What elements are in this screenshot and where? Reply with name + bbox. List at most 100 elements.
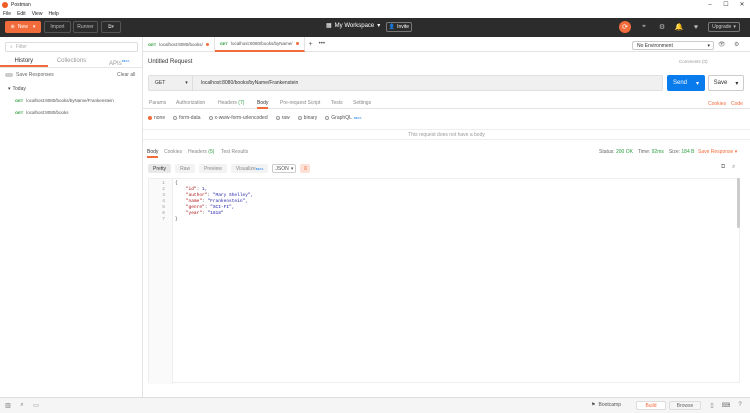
environment-selector[interactable]: No Environment ▾: [632, 41, 714, 50]
radio-icon: [148, 116, 152, 120]
history-group-today[interactable]: ▾ Today: [8, 86, 26, 92]
copy-icon[interactable]: ⧉: [721, 164, 725, 171]
bell-icon[interactable]: 🔔: [673, 21, 685, 33]
tab-history[interactable]: History: [0, 56, 48, 67]
tab-collections[interactable]: Collections: [48, 56, 96, 67]
tab-prerequest-script[interactable]: Pre-request Script: [280, 98, 320, 109]
menu-file[interactable]: File: [3, 11, 11, 17]
body-option-urlencoded[interactable]: x-www-form-urlencoded: [208, 115, 268, 121]
chevron-down-icon: ▾: [734, 149, 738, 155]
eye-icon[interactable]: 👁: [718, 41, 726, 48]
method-select[interactable]: GET ▾: [149, 75, 193, 91]
tab-headers[interactable]: Headers (7): [218, 98, 244, 109]
tab-response-headers[interactable]: Headers (5): [188, 147, 214, 158]
code-line: "id": 1,: [185, 187, 208, 192]
body-option-graphql[interactable]: GraphQL BETA: [325, 115, 362, 121]
satellite-icon[interactable]: ⌖: [638, 21, 650, 33]
browse-button[interactable]: Browse: [669, 401, 701, 410]
save-responses-toggle[interactable]: Save Responses: [5, 72, 54, 78]
chevron-down-icon[interactable]: ▾: [735, 80, 738, 87]
toggle-switch[interactable]: [5, 73, 13, 77]
send-button[interactable]: Send ▾: [667, 75, 705, 91]
line-number: 5: [162, 205, 165, 210]
beta-badge: BETA: [353, 116, 362, 120]
request-tab[interactable]: GET localhost:8080/books/: [143, 36, 215, 52]
sync-icon[interactable]: ⟳: [619, 21, 631, 33]
tab-response-cookies[interactable]: Cookies: [164, 147, 182, 158]
body-option-form-data[interactable]: form-data: [173, 115, 201, 121]
menu-help[interactable]: Help: [48, 11, 58, 17]
two-pane-icon[interactable]: ▯: [708, 401, 716, 409]
bootcamp-link[interactable]: ⚑ Bootcamp: [591, 402, 621, 408]
history-item[interactable]: GET localhost:8080/books/byName/Frankens…: [15, 98, 114, 103]
console-icon[interactable]: ▭: [32, 401, 40, 409]
help-icon[interactable]: ?: [736, 401, 744, 409]
workspace-selector[interactable]: ▦ My Workspace ▾: [326, 22, 381, 30]
body-option-raw[interactable]: raw: [275, 115, 290, 121]
chevron-down-icon: ▾: [290, 165, 294, 172]
request-name[interactable]: Untitled Request: [148, 59, 192, 65]
json-key: "id": [185, 187, 197, 192]
gear-icon[interactable]: ⚙: [656, 21, 668, 33]
more-icon[interactable]: •••: [317, 41, 327, 47]
response-editor[interactable]: 1 2 3 4 5 6 7 { "id": 1, "author": "Mary…: [148, 178, 740, 384]
response-meta: Status: 200 OK Time: 92ms Size: 184 B: [599, 149, 694, 155]
view-raw-button[interactable]: Raw: [175, 164, 196, 173]
minimize-icon[interactable]: –: [702, 0, 718, 10]
format-select[interactable]: JSON ▾: [272, 164, 297, 173]
tab-params[interactable]: Params: [149, 98, 166, 109]
sidebar-toggle-icon[interactable]: ▥: [4, 401, 12, 409]
chevron-down-icon[interactable]: ▾: [33, 24, 36, 30]
heart-icon[interactable]: ♥: [690, 21, 702, 33]
keyboard-icon[interactable]: ⌨: [722, 401, 731, 409]
body-option-none[interactable]: none: [148, 115, 165, 121]
no-body-message: This request does not have a body: [143, 129, 750, 140]
code-line: {: [175, 181, 178, 186]
vertical-scrollbar[interactable]: [737, 178, 740, 228]
wrap-lines-icon[interactable]: ≡: [300, 164, 311, 173]
tab-response-body[interactable]: Body: [147, 147, 159, 158]
clear-all-link[interactable]: Clear all: [117, 72, 135, 78]
close-icon[interactable]: ✕: [734, 0, 750, 10]
json-key: "year": [185, 211, 203, 216]
menu-edit[interactable]: Edit: [17, 11, 26, 17]
sidebar-tabs: History Collections APIsBETA: [0, 56, 143, 68]
code-link[interactable]: Code: [731, 99, 743, 110]
upgrade-button[interactable]: Upgrade ▾: [708, 22, 740, 32]
import-button[interactable]: Import: [44, 21, 71, 33]
tab-authorization[interactable]: Authorization: [176, 98, 205, 109]
new-window-button[interactable]: ⧉ ▾: [101, 21, 121, 33]
find-icon[interactable]: ⌕: [18, 401, 26, 409]
tab-body[interactable]: Body: [257, 98, 269, 109]
tab-settings[interactable]: Settings: [353, 98, 371, 109]
body-option-binary[interactable]: binary: [297, 115, 317, 121]
view-preview-button[interactable]: Preview: [199, 164, 227, 173]
build-button[interactable]: Build: [636, 401, 666, 410]
new-button[interactable]: ⊕ New ▾: [5, 21, 41, 33]
invite-button[interactable]: 👤 Invite: [386, 22, 412, 32]
json-value: "1818": [207, 211, 224, 216]
chevron-down-icon[interactable]: ▾: [696, 80, 699, 87]
tab-apis[interactable]: APIsBETA: [95, 56, 143, 67]
view-visualize-button[interactable]: Visualize BETA: [230, 164, 269, 173]
settings-icon[interactable]: ⚙: [734, 41, 739, 48]
runner-button[interactable]: Runner: [73, 21, 98, 33]
request-tab-active[interactable]: GET localhost:8080/books/byName/: [214, 36, 305, 52]
comments-button[interactable]: Comments (0): [679, 59, 708, 64]
menu-view[interactable]: View: [32, 11, 43, 17]
save-button[interactable]: Save ▾: [708, 75, 744, 91]
save-response-button[interactable]: Save Response ▾: [698, 149, 737, 155]
add-tab-icon[interactable]: +: [305, 41, 317, 48]
chevron-down-icon: ▾: [377, 23, 381, 29]
tab-test-results[interactable]: Test Results: [221, 147, 248, 158]
radio-icon: [325, 116, 330, 120]
filter-input[interactable]: ⌕ Filter: [5, 42, 138, 52]
maximize-icon[interactable]: ☐: [718, 0, 734, 10]
view-pretty-button[interactable]: Pretty: [148, 164, 172, 173]
line-number: 6: [162, 211, 165, 216]
url-input[interactable]: localhost:8080/books/byName/Frankenstein: [193, 80, 298, 86]
tab-tests[interactable]: Tests: [331, 98, 343, 109]
history-item[interactable]: GET localhost:8080/books: [15, 110, 69, 115]
cookies-link[interactable]: Cookies: [708, 99, 726, 110]
search-icon[interactable]: ⌕: [732, 164, 735, 171]
